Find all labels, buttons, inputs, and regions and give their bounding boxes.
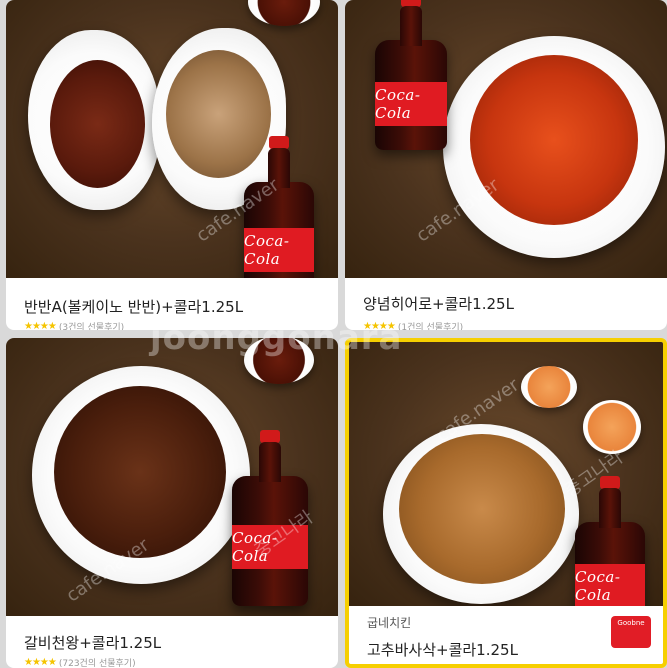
chicken-image xyxy=(50,60,145,188)
product-image: Coca-Cola xyxy=(6,0,338,278)
sauce-cup-image xyxy=(583,400,641,454)
brand-logo: Goobne xyxy=(611,616,651,648)
product-image: Coca-Cola xyxy=(6,338,338,616)
product-title: 갈비천왕+콜라1.25L xyxy=(24,634,162,652)
rating-stars-icon: ★★★★ xyxy=(24,657,57,668)
product-card-2[interactable]: Coca-Cola 양념히어로+콜라1.25L ★★★★ (1건의 선물후기) xyxy=(345,0,667,330)
chicken-image xyxy=(166,50,271,178)
cola-bottle-image: Coca-Cola xyxy=(575,476,645,606)
chicken-image xyxy=(54,386,226,558)
sauce-cup-image xyxy=(521,366,577,408)
chicken-image xyxy=(399,434,565,584)
product-card-3[interactable]: Coca-Cola 갈비천왕+콜라1.25L ★★★★ (723건의 선물후기) xyxy=(6,338,338,668)
rating: ★★★★ (1건의 선물후기) xyxy=(363,320,463,330)
cola-label: Coca-Cola xyxy=(232,525,308,570)
cola-label: Coca-Cola xyxy=(244,227,314,272)
chicken-image xyxy=(470,55,638,225)
rating-stars-icon: ★★★★ xyxy=(24,321,57,330)
product-title: 반반A(볼케이노 반반)+콜라1.25L xyxy=(24,298,244,316)
cola-bottle-image: Coca-Cola xyxy=(244,136,314,278)
sauce-cup-image xyxy=(248,0,320,26)
cola-label: Coca-Cola xyxy=(575,563,645,606)
review-count: (1건의 선물후기) xyxy=(397,323,464,330)
cola-label: Coca-Cola xyxy=(375,81,447,126)
review-count: (723건의 선물후기) xyxy=(58,659,136,668)
product-title: 양념히어로+콜라1.25L xyxy=(363,295,514,313)
product-title: 고추바사삭+콜라1.25L xyxy=(367,641,518,659)
cola-bottle-image: Coca-Cola xyxy=(375,0,447,150)
product-image: Coca-Cola xyxy=(345,0,667,278)
rating: ★★★★ (723건의 선물후기) xyxy=(24,656,136,668)
sauce-cup-image xyxy=(244,338,314,384)
rating: ★★★★ (3건의 선물후기) xyxy=(24,320,124,330)
review-count: (3건의 선물후기) xyxy=(58,323,125,330)
cola-bottle-image: Coca-Cola xyxy=(232,430,308,606)
rating-stars-icon: ★★★★ xyxy=(363,321,396,330)
product-image: Coca-Cola xyxy=(349,342,663,606)
product-card-4[interactable]: Coca-Cola 굽네치킨 고추바사삭+콜라1.25L Goobne xyxy=(345,338,667,668)
brand-name: 굽네치킨 xyxy=(367,616,412,630)
product-card-1[interactable]: Coca-Cola 반반A(볼케이노 반반)+콜라1.25L ★★★★ (3건의… xyxy=(6,0,338,330)
